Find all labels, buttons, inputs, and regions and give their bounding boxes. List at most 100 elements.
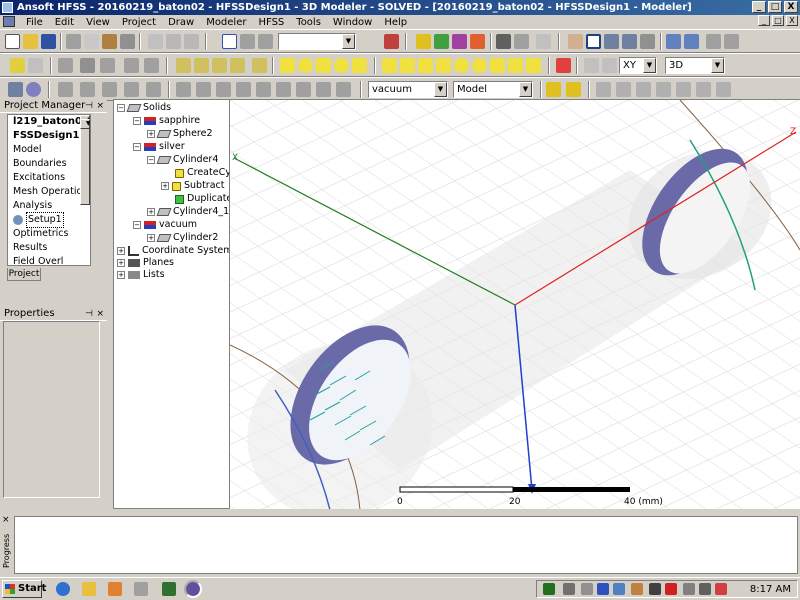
tree-item-excitations[interactable]: Excitations bbox=[8, 171, 90, 185]
rotate-object-icon[interactable] bbox=[196, 82, 211, 97]
tree-item-mesh-operations[interactable]: Mesh Operations bbox=[8, 185, 90, 199]
tray-bluetooth-icon[interactable] bbox=[597, 583, 609, 595]
scroll-down-icon[interactable]: ▼ bbox=[80, 119, 90, 129]
menu-tools[interactable]: Tools bbox=[290, 17, 327, 28]
zoom-icon[interactable] bbox=[640, 34, 655, 49]
3d-viewport[interactable]: X Z 0 20 40 (mm) bbox=[230, 99, 800, 509]
expand-icon[interactable]: + bbox=[117, 247, 125, 255]
zoom-out-icon[interactable] bbox=[724, 34, 739, 49]
duplicate-mirror-icon[interactable] bbox=[276, 82, 291, 97]
tree-sphere2[interactable]: + Sphere2 bbox=[147, 128, 213, 140]
tree-coordinate-systems[interactable]: + Coordinate Systems bbox=[117, 245, 229, 257]
tree-duplicate[interactable]: Duplicate bbox=[175, 193, 229, 205]
material-icon[interactable] bbox=[80, 58, 95, 73]
tray-security-icon[interactable] bbox=[715, 583, 727, 595]
draw-rectangle-icon[interactable] bbox=[280, 58, 295, 73]
offset-icon[interactable] bbox=[336, 82, 351, 97]
mesh-icon[interactable] bbox=[514, 34, 529, 49]
snap-vertex-icon[interactable] bbox=[636, 82, 651, 97]
expand-icon[interactable]: + bbox=[161, 182, 169, 190]
menu-edit[interactable]: Edit bbox=[49, 17, 80, 28]
tray-app-icon[interactable] bbox=[683, 583, 695, 595]
fit-selection-icon[interactable] bbox=[684, 34, 699, 49]
tray-usb-icon[interactable] bbox=[699, 583, 711, 595]
terminal-icon[interactable] bbox=[162, 582, 176, 596]
subtract-icon[interactable] bbox=[80, 82, 95, 97]
draw-arc-icon[interactable] bbox=[212, 58, 227, 73]
intersect-icon[interactable] bbox=[102, 82, 117, 97]
rotate-icon[interactable] bbox=[586, 34, 601, 49]
close-button[interactable]: X bbox=[784, 1, 798, 13]
tree-cylinder4[interactable]: − Cylinder4 bbox=[147, 154, 218, 166]
view-icon[interactable] bbox=[58, 58, 73, 73]
validate-icon[interactable] bbox=[416, 34, 431, 49]
tray-shield-icon[interactable] bbox=[649, 583, 661, 595]
render-icon[interactable] bbox=[124, 58, 139, 73]
close-icon[interactable]: × bbox=[96, 308, 104, 320]
transparency-icon[interactable] bbox=[100, 58, 115, 73]
grid-icon[interactable] bbox=[596, 82, 611, 97]
tree-solids[interactable]: − Solids bbox=[117, 102, 171, 114]
open-folder-icon[interactable] bbox=[23, 34, 38, 49]
draw-spline-icon[interactable] bbox=[194, 58, 209, 73]
tray-volume-icon[interactable] bbox=[631, 583, 643, 595]
snap-face-icon[interactable] bbox=[676, 82, 691, 97]
help-icon[interactable] bbox=[10, 58, 25, 73]
mdi-minimize-button[interactable]: _ bbox=[758, 15, 770, 26]
select-edge-icon[interactable] bbox=[258, 34, 273, 49]
snap-edge-icon[interactable] bbox=[656, 82, 671, 97]
menu-window[interactable]: Window bbox=[327, 17, 378, 28]
tree-planes[interactable]: + Planes bbox=[117, 257, 174, 269]
collapse-icon[interactable]: − bbox=[147, 156, 155, 164]
menu-draw[interactable]: Draw bbox=[162, 17, 200, 28]
media-player-icon[interactable] bbox=[108, 582, 122, 596]
expand-icon[interactable]: + bbox=[147, 234, 155, 242]
view-mode-select[interactable]: 3D ▼ bbox=[665, 57, 725, 74]
cut-icon[interactable] bbox=[66, 34, 81, 49]
menu-file[interactable]: File bbox=[20, 17, 49, 28]
expand-icon[interactable]: + bbox=[117, 271, 125, 279]
menu-project[interactable]: Project bbox=[116, 17, 162, 28]
tree-cylinder2[interactable]: + Cylinder2 bbox=[147, 232, 218, 244]
paste-icon[interactable] bbox=[102, 34, 117, 49]
draw-box-icon[interactable] bbox=[382, 58, 397, 73]
maximize-button[interactable]: □ bbox=[768, 1, 782, 13]
redo-icon[interactable] bbox=[184, 34, 199, 49]
tree-item-optimetrics[interactable]: Optimetrics bbox=[8, 227, 90, 241]
coordinate-system-icon[interactable] bbox=[602, 58, 617, 73]
move-icon[interactable] bbox=[176, 82, 191, 97]
atom-icon[interactable] bbox=[26, 82, 41, 97]
collapse-icon[interactable]: − bbox=[133, 143, 141, 151]
point-icon[interactable] bbox=[584, 58, 599, 73]
clock[interactable]: 8:17 AM bbox=[750, 582, 791, 597]
zoom-in-icon[interactable] bbox=[706, 34, 721, 49]
tree-item-setup1[interactable]: Setup1 bbox=[8, 212, 90, 228]
expand-icon[interactable]: + bbox=[147, 208, 155, 216]
copy-icon[interactable] bbox=[84, 34, 99, 49]
scroll-thumb[interactable] bbox=[80, 127, 90, 205]
unite-icon[interactable] bbox=[58, 82, 73, 97]
assign-excitation-icon[interactable] bbox=[566, 82, 581, 97]
collapse-icon[interactable]: − bbox=[133, 117, 141, 125]
tree-createcylinder[interactable]: CreateCy bbox=[175, 167, 229, 179]
tray-monitor-icon[interactable] bbox=[563, 583, 575, 595]
draw-cone-icon[interactable] bbox=[436, 58, 451, 73]
tree-item-boundaries[interactable]: Boundaries bbox=[8, 157, 90, 171]
expand-icon[interactable]: + bbox=[117, 259, 125, 267]
draw-bondwire-icon[interactable] bbox=[526, 58, 541, 73]
draw-torus-icon[interactable] bbox=[472, 58, 487, 73]
tray-pdf-icon[interactable] bbox=[665, 583, 677, 595]
model-analysis-icon[interactable] bbox=[556, 58, 571, 73]
snap-center-icon[interactable] bbox=[696, 82, 711, 97]
mdi-close-button[interactable]: X bbox=[786, 15, 798, 26]
analyze-icon[interactable] bbox=[434, 34, 449, 49]
tray-drive-icon[interactable] bbox=[581, 583, 593, 595]
plane-select[interactable]: XY ▼ bbox=[619, 57, 657, 74]
fields-icon[interactable] bbox=[470, 34, 485, 49]
tree-silver[interactable]: − silver bbox=[133, 141, 185, 153]
optimetrics-icon[interactable] bbox=[496, 34, 511, 49]
draw-helix-icon[interactable] bbox=[490, 58, 505, 73]
project-scrollbar[interactable]: ▲ ▼ bbox=[80, 115, 90, 205]
select-face-icon[interactable] bbox=[240, 34, 255, 49]
undo-icon[interactable] bbox=[166, 34, 181, 49]
